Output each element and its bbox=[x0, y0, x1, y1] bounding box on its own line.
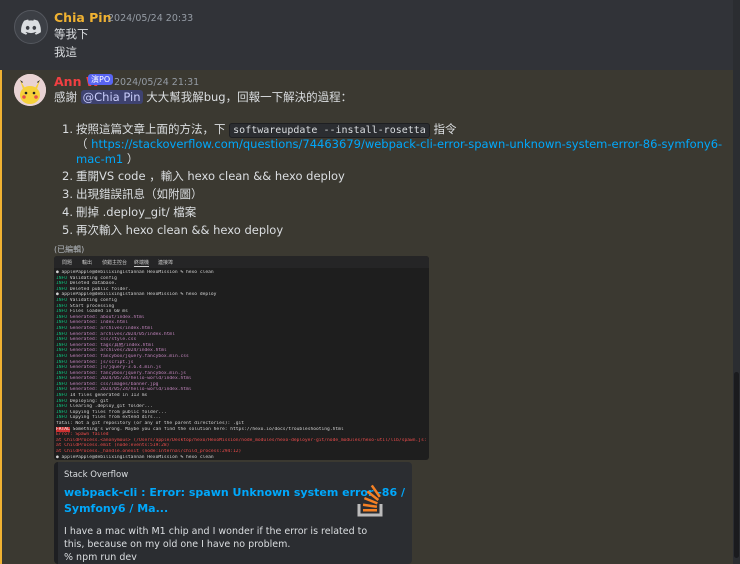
avatar[interactable] bbox=[14, 10, 48, 44]
message-line: 等我下 bbox=[54, 27, 89, 41]
intro-line: 感謝 @Chia Pin 大大幫我解bug，回報一下解決的過程： bbox=[54, 89, 352, 105]
timestamp: 2024/05/24 20:33 bbox=[108, 13, 194, 24]
list-text: 刪掉 .deploy_git/ 檔案 bbox=[76, 205, 197, 219]
list-text: 按照這篇文章上面的方法，下 bbox=[76, 122, 230, 136]
list-item: 3. 出現錯誤訊息（如附圖） bbox=[62, 186, 203, 202]
edited-label: (已編輯) bbox=[54, 245, 85, 254]
embed-title[interactable]: webpack-cli : Error: spawn Unknown syste… bbox=[64, 486, 405, 499]
list-text: 再次輸入 hexo clean && hexo deploy bbox=[76, 223, 284, 237]
embed-description: this, because on my old one I have no pr… bbox=[64, 539, 291, 550]
list-item: 5. 再次輸入 hexo clean && hexo deploy bbox=[62, 222, 283, 238]
tab-output: 輸出 bbox=[82, 260, 93, 266]
stackoverflow-link[interactable]: mac-m1 bbox=[76, 152, 123, 166]
list-item-link: （ https://stackoverflow.com/questions/74… bbox=[76, 136, 722, 152]
list-item: 4. 刪掉 .deploy_git/ 檔案 bbox=[62, 204, 196, 220]
list-number: 1. bbox=[62, 122, 73, 136]
user-mention[interactable]: @Chia Pin bbox=[80, 90, 143, 104]
terminal-output: ● applePapple@debilixingistannan HexoMis… bbox=[56, 270, 426, 460]
intro-text: 大大幫我解bug，回報一下解決的過程： bbox=[142, 90, 353, 104]
list-number: 5. bbox=[62, 223, 73, 237]
list-text: （ bbox=[76, 137, 92, 151]
terminal-line: ● applePapple@debilixingistannan HexoMis… bbox=[56, 454, 214, 460]
tab-debug-console: 偵錯主控台 bbox=[102, 260, 128, 266]
stackoverflow-link[interactable]: https://stackoverflow.com/questions/7446… bbox=[91, 137, 722, 151]
tab-ports: 連接埠 bbox=[158, 260, 174, 266]
intro-text: 感謝 bbox=[54, 90, 81, 104]
embed-provider[interactable]: Stack Overflow bbox=[64, 470, 128, 480]
scrollbar-thumb[interactable] bbox=[734, 372, 739, 558]
tab-problems: 問題 bbox=[62, 260, 73, 266]
mention-highlight-bar bbox=[0, 70, 2, 564]
tab-terminal: 終端機 bbox=[134, 260, 150, 267]
link-embed: Stack Overflow webpack-cli : Error: spaw… bbox=[54, 462, 412, 564]
avatar[interactable] bbox=[14, 74, 46, 106]
timestamp: 2024/05/24 21:31 bbox=[114, 77, 200, 88]
embed-description: % npm run dev bbox=[64, 552, 137, 563]
message-ann-w: Ann W 演PO 2024/05/24 21:31 感謝 @Chia Pin … bbox=[0, 70, 740, 564]
list-text: 指令 bbox=[429, 122, 457, 136]
list-text: 出現錯誤訊息（如附圖） bbox=[76, 187, 203, 201]
pikachu-avatar-icon bbox=[14, 74, 46, 106]
role-tag: 演PO bbox=[88, 74, 114, 85]
message-chia-pin: Chia Pin 2024/05/24 20:33 等我下 我這 bbox=[0, 0, 740, 70]
stackoverflow-logo-icon[interactable] bbox=[356, 484, 386, 518]
discord-logo-icon bbox=[21, 19, 41, 35]
terminal-tabs: 問題 輸出 偵錯主控台 終端機 連接埠 bbox=[54, 256, 429, 268]
message-line: 我這 bbox=[54, 45, 77, 59]
list-item-link-cont: mac-m1 ） bbox=[76, 151, 138, 167]
list-number: 4. bbox=[62, 205, 73, 219]
username[interactable]: Chia Pin bbox=[54, 10, 112, 25]
list-text: ） bbox=[123, 152, 139, 166]
attachment-screenshot[interactable]: 問題 輸出 偵錯主控台 終端機 連接埠 ● applePapple@debili… bbox=[54, 256, 429, 460]
embed-description: I have a mac with M1 chip and I wonder i… bbox=[64, 526, 368, 537]
list-number: 2. bbox=[62, 169, 73, 183]
list-number: 3. bbox=[62, 187, 73, 201]
list-item: 1. 按照這篇文章上面的方法，下 softwareupdate --install… bbox=[62, 121, 457, 138]
list-item: 2. 重開VS code ，輸入 hexo clean && hexo deplo… bbox=[62, 168, 345, 184]
embed-title[interactable]: Symfony6 / Ma... bbox=[64, 502, 168, 515]
list-text: 重開VS code ，輸入 hexo clean && hexo deploy bbox=[76, 169, 345, 183]
